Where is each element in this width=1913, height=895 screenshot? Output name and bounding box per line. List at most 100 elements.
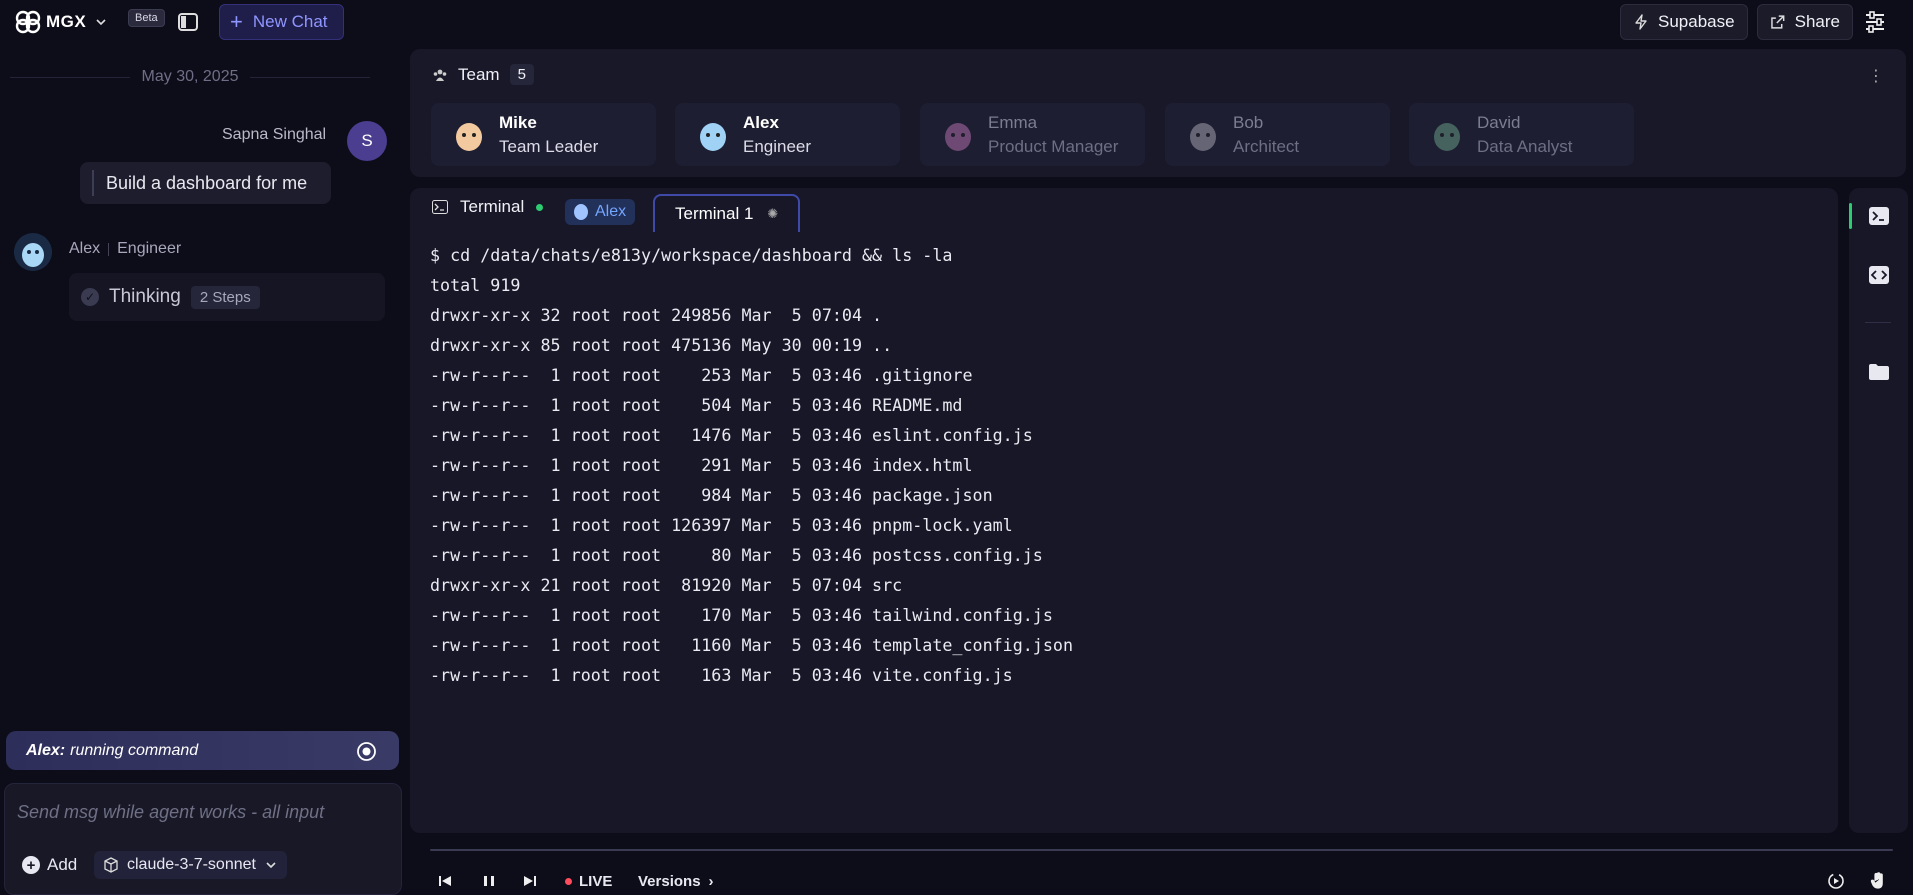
agent-meta: Alex Engineer xyxy=(69,240,181,258)
member-info: Emma Product Manager xyxy=(988,113,1118,157)
team-member-emma[interactable]: Emma Product Manager xyxy=(920,103,1145,166)
chevron-down-icon xyxy=(96,19,106,26)
chevron-down-icon xyxy=(266,862,276,869)
thinking-block[interactable]: ✓ Thinking 2 Steps xyxy=(69,273,385,321)
hand-icon[interactable] xyxy=(1868,871,1888,891)
chevron-right-icon: › xyxy=(708,872,714,890)
agent-name: Alex xyxy=(69,240,101,257)
share-icon xyxy=(1771,15,1785,29)
team-member-mike[interactable]: Mike Team Leader xyxy=(431,103,656,166)
agent-chip[interactable]: Alex xyxy=(565,199,636,225)
skip-back-icon[interactable] xyxy=(437,873,453,889)
skip-forward-icon[interactable] xyxy=(522,873,538,889)
member-role: Engineer xyxy=(743,136,812,156)
terminal-output[interactable]: $ cd /data/chats/e813y/workspace/dashboa… xyxy=(430,240,1073,690)
terminal-line: -rw-r--r-- 1 root root 163 Mar 5 03:46 v… xyxy=(430,665,1013,685)
share-button[interactable]: Share xyxy=(1757,4,1853,40)
member-name: Mike xyxy=(499,112,537,132)
new-chat-label: New Chat xyxy=(252,12,328,31)
model-selector[interactable]: claude-3-7-sonnet xyxy=(94,851,287,879)
settings-sliders-icon[interactable] xyxy=(1860,8,1890,36)
versions-label: Versions xyxy=(638,872,701,890)
model-label: claude-3-7-sonnet xyxy=(127,856,256,873)
team-icon xyxy=(433,69,447,81)
terminal-line: -rw-r--r-- 1 root root 984 Mar 5 03:46 p… xyxy=(430,485,993,505)
team-member-bob[interactable]: Bob Architect xyxy=(1165,103,1390,166)
user-message-text: Build a dashboard for me xyxy=(106,172,308,193)
pause-icon[interactable] xyxy=(481,873,497,889)
plus-icon: + xyxy=(230,9,243,34)
brand-logo[interactable]: MGX xyxy=(14,8,108,36)
playback-progress[interactable] xyxy=(430,849,1893,851)
check-circle-icon: ✓ xyxy=(81,288,99,306)
terminal-icon xyxy=(432,200,448,214)
terminal-line: -rw-r--r-- 1 root root 1160 Mar 5 03:46 … xyxy=(430,635,1073,655)
member-avatar xyxy=(700,122,726,151)
add-button[interactable]: + Add xyxy=(22,855,77,875)
member-name: Bob xyxy=(1233,112,1264,132)
brand-name: MGX xyxy=(46,12,87,31)
team-member-david[interactable]: David Data Analyst xyxy=(1409,103,1634,166)
rail-active-indicator xyxy=(1849,203,1852,229)
code-icon[interactable] xyxy=(1868,265,1890,285)
team-header: Team 5 xyxy=(432,64,534,85)
terminal-line: total 919 xyxy=(430,275,521,295)
rail-divider xyxy=(1865,322,1891,323)
member-name: Emma xyxy=(988,112,1038,132)
agent-mini-avatar xyxy=(574,204,588,220)
member-role: Product Manager xyxy=(988,136,1119,156)
team-count-badge: 5 xyxy=(509,64,534,85)
terminal-line: $ cd /data/chats/e813y/workspace/dashboa… xyxy=(430,245,953,265)
loading-spinner-icon: ✺ xyxy=(767,206,779,221)
terminal-label: Terminal xyxy=(460,197,525,216)
terminal-line: drwxr-xr-x 85 root root 475136 May 30 00… xyxy=(430,335,893,355)
terminal-line: drwxr-xr-x 21 root root 81920 Mar 5 07:0… xyxy=(430,575,903,595)
status-agent: Alex: xyxy=(26,741,66,759)
live-label: LIVE xyxy=(579,872,613,890)
member-avatar xyxy=(456,122,482,151)
live-dot xyxy=(565,877,572,885)
user-message: Build a dashboard for me xyxy=(80,162,331,204)
terminal-line: -rw-r--r-- 1 root root 80 Mar 5 03:46 po… xyxy=(430,545,1043,565)
sidebar-toggle-icon[interactable] xyxy=(176,10,200,34)
terminal-icon[interactable] xyxy=(1868,206,1890,226)
online-indicator xyxy=(536,203,544,211)
terminal-header: Terminal xyxy=(432,197,544,217)
team-label: Team xyxy=(458,64,500,84)
thinking-label: Thinking xyxy=(109,286,181,307)
member-role: Team Leader xyxy=(499,136,599,156)
member-avatar xyxy=(945,122,971,151)
user-avatar[interactable]: S xyxy=(347,121,387,161)
new-chat-button[interactable]: + New Chat xyxy=(219,4,344,40)
mgx-logo-icon xyxy=(15,10,41,34)
member-name: David xyxy=(1477,112,1521,132)
member-role: Data Analyst xyxy=(1477,136,1573,156)
folder-icon[interactable] xyxy=(1868,362,1890,382)
chat-date: May 30, 2025 xyxy=(141,68,239,85)
message-input-placeholder[interactable]: Send msg while agent works - all input xyxy=(17,802,324,823)
replay-icon[interactable] xyxy=(1826,871,1846,891)
member-avatar xyxy=(1190,122,1216,151)
terminal-line: -rw-r--r-- 1 root root 1476 Mar 5 03:46 … xyxy=(430,425,1033,445)
member-info: David Data Analyst xyxy=(1477,113,1572,157)
agent-avatar xyxy=(14,233,52,271)
tab-terminal-1[interactable]: Terminal 1 ✺ xyxy=(653,194,800,232)
separator xyxy=(108,242,110,256)
user-name: Sapna Singhal xyxy=(222,126,327,143)
status-text: running command xyxy=(70,741,199,759)
team-member-alex[interactable]: Alex Engineer xyxy=(675,103,900,166)
versions-button[interactable]: Versions › xyxy=(638,872,714,890)
terminal-line: -rw-r--r-- 1 root root 126397 Mar 5 03:4… xyxy=(430,515,1013,535)
live-indicator: LIVE xyxy=(565,872,612,890)
supabase-button[interactable]: Supabase xyxy=(1620,4,1748,40)
terminal-tab-label: Terminal 1 xyxy=(675,204,754,223)
stop-icon[interactable] xyxy=(356,741,377,762)
more-vertical-icon[interactable]: ⋮ xyxy=(1868,66,1884,86)
terminal-line: -rw-r--r-- 1 root root 170 Mar 5 03:46 t… xyxy=(430,605,1053,625)
member-avatar xyxy=(1434,122,1460,151)
member-info: Alex Engineer xyxy=(743,113,811,157)
plus-circle-icon: + xyxy=(22,856,40,874)
supabase-label: Supabase xyxy=(1658,12,1735,31)
terminal-line: -rw-r--r-- 1 root root 504 Mar 5 03:46 R… xyxy=(430,395,963,415)
member-info: Mike Team Leader xyxy=(499,113,598,157)
